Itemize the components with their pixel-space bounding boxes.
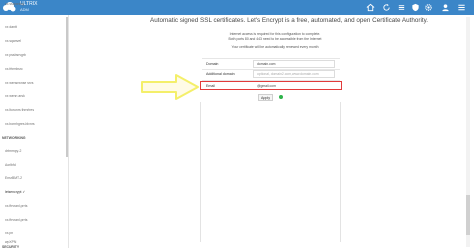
- sidebar: xx.ssqraning xx dantt xx.sqanvel xx pssb…: [0, 2, 69, 249]
- info-text: Internet access is required for this con…: [229, 32, 321, 36]
- sidebar-item[interactable]: drtmrnpy-2: [5, 149, 21, 153]
- page-heading: Automatic signed SSL certificates. Let's…: [150, 17, 429, 24]
- sidebar-item[interactable]: xx wenn arsk: [5, 94, 25, 98]
- domain-label: Domain: [206, 62, 219, 66]
- apply-button[interactable]: Apply: [258, 94, 273, 101]
- brand-subtitle: ADM: [20, 7, 29, 12]
- sidebar-item[interactable]: xx.bornhgres.blvnrs: [5, 122, 35, 126]
- sidebar-item[interactable]: xx pssbsrvgrb: [5, 53, 26, 57]
- shield-icon[interactable]: [411, 3, 420, 12]
- domain-input[interactable]: [253, 60, 335, 68]
- sidebar-item[interactable]: Aorlbfd: [5, 163, 16, 167]
- panel-border: [340, 102, 341, 242]
- sidebar-item-letsencrypt[interactable]: letsencrypt ✓: [5, 190, 25, 194]
- info-text: Your certificate will be automatically r…: [231, 45, 319, 49]
- refresh-icon[interactable]: [382, 3, 391, 12]
- sidebar-item[interactable]: xx.frtrmbsrc: [5, 67, 23, 71]
- info-text: Both ports 80 and 443 need to be accessi…: [228, 37, 322, 41]
- sidebar-section-networking[interactable]: NETWORKING: [2, 136, 26, 140]
- annotation-arrow-icon: [141, 74, 199, 100]
- user-icon[interactable]: [441, 3, 450, 12]
- email-highlight-box: [200, 81, 342, 90]
- list-icon[interactable]: [397, 3, 406, 12]
- house-icon[interactable]: [366, 3, 375, 12]
- sidebar-item[interactable]: xx.ltorunrs thrnrlres: [5, 108, 34, 112]
- sidebar-item[interactable]: xx.ftrvranl.prrts: [5, 218, 27, 222]
- sidebar-item[interactable]: xx.ssqraning: [5, 2, 24, 6]
- additional-domain-input[interactable]: [253, 70, 335, 78]
- sidebar-item[interactable]: wpXPN: [5, 240, 16, 244]
- sidebar-section-security[interactable]: SECURITY: [2, 245, 19, 249]
- gear-icon[interactable]: [424, 3, 433, 12]
- sidebar-item[interactable]: EnsrBMT-2: [5, 176, 22, 180]
- status-indicator: [279, 95, 283, 99]
- menu-icon[interactable]: [457, 3, 466, 12]
- sidebar-item[interactable]: xx wensrwnse srvs: [5, 81, 33, 85]
- divider: [202, 58, 340, 59]
- sidebar-item[interactable]: xx dantt: [5, 25, 17, 29]
- sidebar-item[interactable]: xx.ftrvranl.prrts: [5, 204, 27, 208]
- sidebar-item[interactable]: xx.sqanvel: [5, 39, 21, 43]
- additional-domain-label: Additional domain: [206, 72, 235, 76]
- top-bar: ULTRIX ADM: [0, 0, 474, 15]
- panel-border: [200, 102, 201, 242]
- sidebar-item[interactable]: xx.pn: [5, 231, 13, 235]
- sidebar-scrollbar[interactable]: [66, 17, 68, 157]
- main-scrollbar-thumb[interactable]: [466, 195, 470, 235]
